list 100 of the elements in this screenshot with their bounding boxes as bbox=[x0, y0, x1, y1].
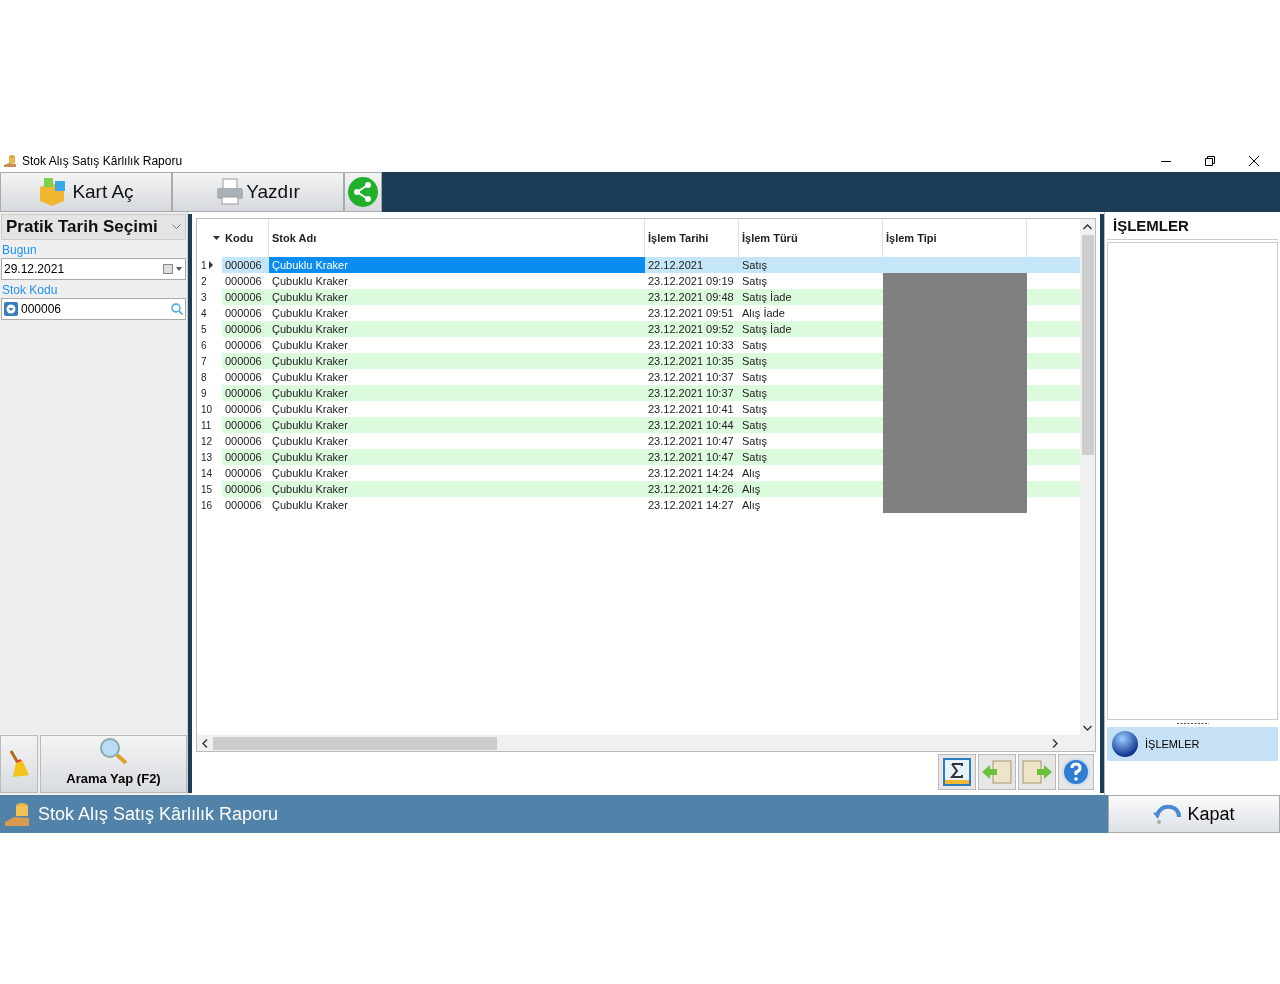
printer-icon bbox=[216, 178, 245, 206]
table-cell-text: Satış bbox=[741, 353, 769, 369]
scroll-right-icon[interactable] bbox=[1052, 738, 1058, 748]
help-button[interactable] bbox=[1058, 754, 1094, 790]
table-cell-text: Çubuklu Kraker bbox=[271, 433, 349, 449]
table-cell-text: 000006 bbox=[224, 417, 263, 433]
table-cell-text: Satış bbox=[741, 273, 769, 289]
undo-arrow-icon bbox=[1153, 803, 1182, 825]
table-cell-text: Alış İade bbox=[741, 305, 786, 321]
close-button[interactable]: Kapat bbox=[1108, 795, 1280, 833]
table-cell-text: 23.12.2021 10:47 bbox=[647, 433, 735, 449]
table-cell-text: 000006 bbox=[224, 369, 263, 385]
row-number: 10 bbox=[201, 402, 213, 417]
date-preset-dropdown[interactable]: Pratik Tarih Seçimi bbox=[1, 214, 186, 240]
table-cell-text: Satış bbox=[741, 385, 769, 401]
row-number: 3 bbox=[201, 290, 207, 305]
table-cell-text: 000006 bbox=[224, 401, 263, 417]
scroll-up-icon[interactable] bbox=[1083, 224, 1092, 230]
table-cell-text: 23.12.2021 10:33 bbox=[647, 337, 735, 353]
table-row[interactable]: 000006 Çubuklu Kraker 22.12.2021 Satış bbox=[222, 257, 1080, 273]
table-cell-text: Alış bbox=[741, 481, 762, 497]
down-arrow-icon bbox=[4, 302, 18, 316]
table-cell-text: Alış bbox=[741, 497, 762, 513]
table-cell-text: 000006 bbox=[224, 305, 263, 321]
table-cell-text: 23.12.2021 14:24 bbox=[647, 465, 735, 481]
table-row[interactable]: 000006 Çubuklu Kraker 23.12.2021 09:48 Satış İade bbox=[222, 289, 1080, 305]
table-cell-text: Çubuklu Kraker bbox=[271, 321, 349, 337]
status-title: Stok Alış Satış Kârlılık Raporu bbox=[38, 802, 279, 826]
horizontal-scrollbar-thumb[interactable] bbox=[213, 736, 497, 750]
table-cell-text: Çubuklu Kraker bbox=[271, 401, 349, 417]
hand-coins-icon bbox=[3, 153, 19, 169]
table-cell-text: 23.12.2021 10:37 bbox=[647, 369, 735, 385]
table-cell-text: Satış bbox=[741, 257, 769, 273]
row-number: 11 bbox=[201, 418, 212, 433]
table-cell-text: 23.12.2021 10:35 bbox=[647, 353, 735, 369]
share-icon bbox=[347, 176, 379, 208]
stock-code-label: Stok Kodu bbox=[1, 282, 59, 298]
table-row[interactable]: 000006 Çubuklu Kraker 23.12.2021 09:52 Satış İade bbox=[222, 321, 1080, 337]
window-title: Stok Alış Satış Kârlılık Raporu bbox=[22, 153, 183, 170]
magnifier-icon bbox=[98, 736, 129, 765]
table-row[interactable]: 000006 Çubuklu Kraker 23.12.2021 10:35 Satış bbox=[222, 353, 1080, 369]
table-cell-text: 000006 bbox=[224, 433, 263, 449]
table-cell-text: 22.12.2021 bbox=[647, 257, 705, 273]
book-right-arrow-icon bbox=[1021, 759, 1053, 785]
table-cell-text: Satış bbox=[741, 401, 769, 417]
row-number: 16 bbox=[201, 498, 213, 513]
summary-button[interactable] bbox=[938, 754, 976, 790]
table-cell-text: 000006 bbox=[224, 321, 263, 337]
print-button[interactable]: Yazdır bbox=[172, 172, 344, 212]
table-row[interactable]: 000006 Çubuklu Kraker 23.12.2021 10:44 Satış bbox=[222, 417, 1080, 433]
table-cell-text: 000006 bbox=[224, 337, 263, 353]
row-number: 8 bbox=[201, 370, 207, 385]
restore-icon[interactable] bbox=[1205, 156, 1215, 166]
search-button[interactable]: Arama Yap (F2) bbox=[40, 735, 187, 793]
table-cell-text: Satış İade bbox=[741, 289, 793, 305]
chevron-down-icon bbox=[172, 224, 181, 230]
calendar-icon bbox=[163, 264, 183, 274]
scroll-left-icon[interactable] bbox=[202, 738, 208, 748]
table-cell-text: Çubuklu Kraker bbox=[271, 497, 349, 513]
table-cell-text: Çubuklu Kraker bbox=[271, 481, 349, 497]
stock-code-field[interactable]: 000006 bbox=[1, 298, 186, 320]
table-cell-text: Çubuklu Kraker bbox=[271, 385, 349, 401]
close-icon[interactable] bbox=[1249, 156, 1259, 166]
sort-caret-icon[interactable] bbox=[213, 236, 220, 240]
open-card-button[interactable]: Kart Aç bbox=[0, 172, 172, 212]
date-field[interactable]: 29.12.2021 bbox=[1, 258, 186, 280]
row-number: 13 bbox=[201, 450, 213, 465]
table-cell-text: 000006 bbox=[224, 273, 263, 289]
table-cell-text: 000006 bbox=[224, 257, 263, 273]
table-row[interactable]: 000006 Çubuklu Kraker 23.12.2021 10:47 Satış bbox=[222, 449, 1080, 465]
share-button[interactable] bbox=[344, 172, 382, 212]
row-number: 14 bbox=[201, 466, 213, 481]
table-cell-text: Çubuklu Kraker bbox=[271, 337, 349, 353]
table-cell-text: 000006 bbox=[224, 353, 263, 369]
row-number: 12 bbox=[201, 434, 213, 449]
scroll-down-icon[interactable] bbox=[1083, 725, 1092, 731]
table-cell-text: Satış bbox=[741, 337, 769, 353]
vertical-scrollbar-thumb[interactable] bbox=[1081, 235, 1094, 455]
search-icon bbox=[171, 303, 183, 315]
table-cell-text: Çubuklu Kraker bbox=[271, 289, 349, 305]
table-cell-text: Satış bbox=[741, 417, 769, 433]
broom-icon bbox=[7, 749, 31, 779]
table-cell-text: 23.12.2021 10:37 bbox=[647, 385, 735, 401]
row-number: 5 bbox=[201, 322, 207, 337]
row-number: 15 bbox=[201, 482, 213, 497]
table-cell-text: 000006 bbox=[224, 481, 263, 497]
table-cell: Çubuklu Kraker bbox=[269, 257, 645, 273]
actions-item[interactable]: İŞLEMLER bbox=[1107, 727, 1278, 761]
table-cell-text: Satış bbox=[741, 433, 769, 449]
table-cell-text: Çubuklu Kraker bbox=[271, 305, 349, 321]
table-cell-text: 000006 bbox=[224, 385, 263, 401]
table-row[interactable]: 000006 Çubuklu Kraker 23.12.2021 14:26 Alış bbox=[222, 481, 1080, 497]
table-cell-text: Çubuklu Kraker bbox=[271, 353, 349, 369]
table-row[interactable]: 000006 Çubuklu Kraker 23.12.2021 10:37 Satış bbox=[222, 385, 1080, 401]
table-cell-text: 23.12.2021 14:27 bbox=[647, 497, 735, 513]
table-cell-text: 23.12.2021 10:44 bbox=[647, 417, 735, 433]
sigma-table-icon bbox=[943, 758, 971, 786]
grip-icon[interactable] bbox=[1176, 722, 1209, 725]
row-number: 1 bbox=[201, 258, 207, 273]
book-left-arrow-icon bbox=[981, 759, 1013, 785]
